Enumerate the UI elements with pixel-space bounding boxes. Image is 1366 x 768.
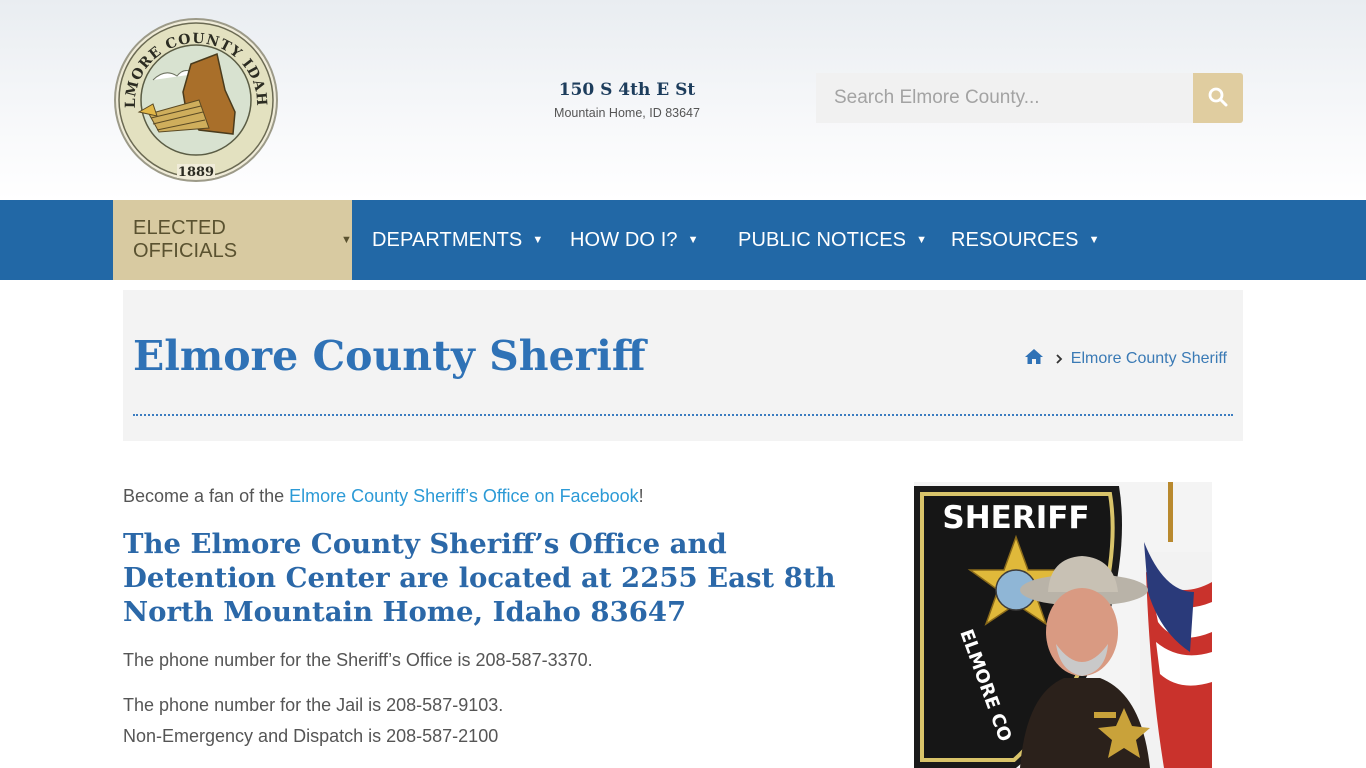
page-title-banner: Elmore County Sheriff Elmore County Sher… bbox=[123, 290, 1243, 441]
office-phone-text: The phone number for the Sheriff’s Offic… bbox=[123, 650, 593, 670]
nav-how-do-i[interactable]: HOW DO I? ▼ bbox=[570, 200, 699, 280]
nav-label: RESOURCES bbox=[951, 228, 1079, 251]
chevron-down-icon: ▼ bbox=[532, 234, 544, 246]
chevron-down-icon: ▼ bbox=[1088, 234, 1100, 246]
location-heading: The Elmore County Sheriff’s Office and D… bbox=[123, 528, 836, 628]
nav-label: DEPARTMENTS bbox=[372, 228, 523, 251]
search-button[interactable] bbox=[1193, 73, 1243, 123]
fan-suffix: ! bbox=[638, 486, 644, 506]
address-city: Mountain Home, ID 83647 bbox=[554, 106, 700, 120]
chevron-down-icon: ▼ bbox=[341, 234, 352, 246]
chevron-down-icon: ▼ bbox=[916, 234, 928, 246]
main-navigation: ELECTED OFFICIALS ▼ DEPARTMENTS ▼ HOW DO… bbox=[0, 200, 1366, 280]
nav-resources[interactable]: RESOURCES ▼ bbox=[951, 200, 1100, 280]
home-icon[interactable] bbox=[1024, 348, 1044, 370]
search-input[interactable] bbox=[816, 73, 1193, 123]
nav-departments[interactable]: DEPARTMENTS ▼ bbox=[372, 200, 543, 280]
nav-label: HOW DO I? bbox=[570, 228, 678, 251]
nav-elected-officials[interactable]: ELECTED OFFICIALS ▼ bbox=[113, 200, 352, 280]
site-header: ELMORE COUNTY IDAHO 1889 150 S 4th E St … bbox=[0, 0, 1366, 200]
county-seal-logo[interactable]: ELMORE COUNTY IDAHO 1889 bbox=[106, 4, 279, 184]
seal-year: 1889 bbox=[178, 165, 214, 180]
page-title: Elmore County Sheriff bbox=[133, 332, 646, 380]
dispatch-phone-text: Non-Emergency and Dispatch is 208-587-21… bbox=[123, 726, 499, 746]
patch-sheriff-text: SHERIFF bbox=[942, 500, 1089, 536]
facebook-link[interactable]: Elmore County Sheriff’s Office on Facebo… bbox=[289, 486, 639, 506]
fan-prefix: Become a fan of the bbox=[123, 486, 290, 506]
breadcrumb: Elmore County Sheriff bbox=[1024, 348, 1227, 370]
nav-label: ELECTED OFFICIALS bbox=[133, 217, 238, 262]
search-icon bbox=[1208, 87, 1228, 110]
chevron-down-icon: ▼ bbox=[687, 234, 699, 246]
breadcrumb-separator-icon bbox=[1056, 352, 1063, 367]
address-street: 150 S 4th E St bbox=[558, 80, 696, 100]
main-content: Become a fan of the Elmore County Sherif… bbox=[123, 482, 863, 752]
nav-label: PUBLIC NOTICES bbox=[738, 228, 907, 251]
facebook-fan-line: Become a fan of the Elmore County Sherif… bbox=[123, 482, 863, 510]
header-address: 150 S 4th E St Mountain Home, ID 83647 bbox=[527, 78, 727, 120]
sheriff-photo: SHERIFF ELMORE CO bbox=[914, 482, 1212, 768]
title-divider bbox=[133, 414, 1233, 416]
jail-phone-text: The phone number for the Jail is 208-587… bbox=[123, 695, 504, 715]
breadcrumb-current[interactable]: Elmore County Sheriff bbox=[1071, 350, 1227, 368]
nav-public-notices[interactable]: PUBLIC NOTICES ▼ bbox=[738, 200, 927, 280]
